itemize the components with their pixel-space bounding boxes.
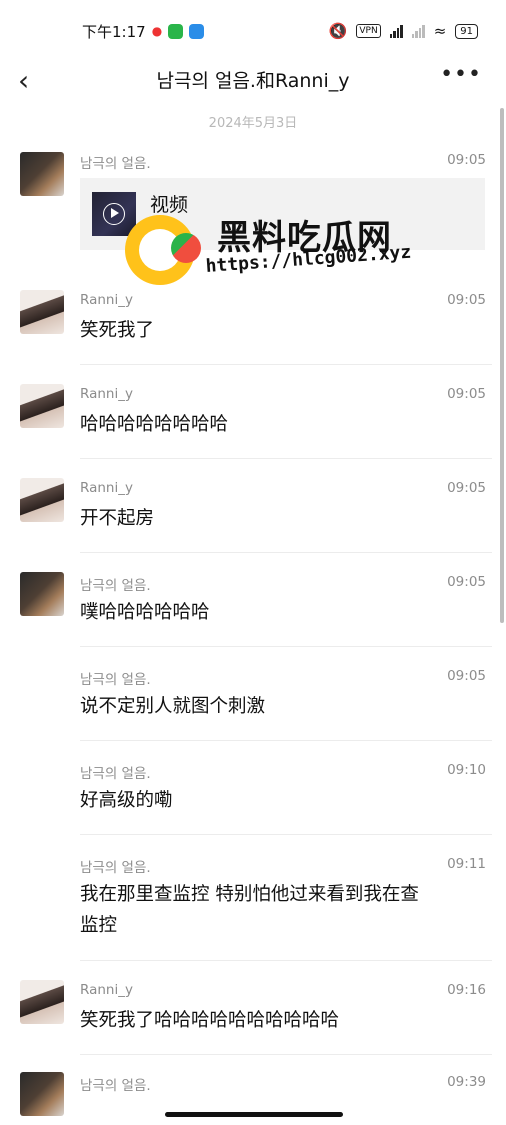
chat-header: ‹ 남극의 얼음.和Ranni_y •••	[0, 62, 506, 100]
status-time: 下午1:17	[82, 22, 146, 41]
message-time: 09:05	[447, 668, 486, 684]
home-indicator[interactable]	[165, 1112, 343, 1117]
status-left: 下午1:17 ●	[82, 21, 205, 42]
message-text: 笑死我了	[80, 320, 155, 341]
battery-icon: 91	[455, 23, 478, 39]
app-notification-icon	[189, 23, 205, 39]
divider	[80, 552, 492, 553]
divider	[80, 646, 492, 647]
message-text: 好高级的嘞	[80, 790, 173, 811]
sender-name: Ranni_y	[80, 292, 133, 308]
message-time: 09:05	[447, 480, 486, 496]
status-right: 🔇 VPN ≈ 91	[329, 22, 478, 40]
scrollbar[interactable]	[500, 108, 504, 623]
sender-name: Ranni_y	[80, 386, 133, 402]
message-text: 开不起房	[80, 508, 155, 529]
sender-name: 남극의 얼음.	[80, 766, 151, 782]
divider	[80, 458, 492, 459]
signal-icon	[389, 24, 403, 38]
sender-name: 남극의 얼음.	[80, 860, 151, 876]
message-text-line: 我在那里查监控 特别怕他过来看到我在查	[80, 884, 419, 905]
avatar[interactable]	[20, 1072, 64, 1116]
play-icon	[103, 203, 125, 225]
avatar[interactable]	[20, 152, 64, 196]
message-time: 09:05	[447, 292, 486, 308]
wechat-notification-icon	[168, 23, 184, 39]
message-time: 09:11	[447, 856, 486, 872]
sender-name: Ranni_y	[80, 480, 133, 496]
message-time: 09:05	[447, 386, 486, 402]
message-time: 09:39	[447, 1074, 486, 1090]
divider	[80, 834, 492, 835]
divider	[80, 364, 492, 365]
signal-weak-icon	[411, 24, 425, 38]
video-card[interactable]: 视频 43	[80, 178, 485, 250]
wifi-icon: ≈	[433, 22, 447, 40]
divider	[80, 1054, 492, 1055]
vpn-badge: VPN	[356, 24, 381, 38]
sender-name: 남극의 얼음.	[80, 672, 151, 688]
avatar[interactable]	[20, 980, 64, 1024]
mute-icon: 🔇	[328, 22, 348, 40]
message-text: 笑死我了哈哈哈哈哈哈哈哈哈哈	[80, 1010, 340, 1031]
divider	[80, 740, 492, 741]
divider	[80, 960, 492, 961]
more-horizontal-icon[interactable]: •••	[440, 62, 482, 87]
message-time: 09:05	[447, 574, 486, 590]
message-time: 09:16	[447, 982, 486, 998]
avatar[interactable]	[20, 572, 64, 616]
qq-notification-icon: ●	[151, 23, 163, 38]
chat-title: 남극의 얼음.和Ranni_y	[156, 70, 350, 92]
message-text-line: 监控	[80, 915, 118, 936]
message-time: 09:05	[447, 152, 486, 168]
sender-name: 남극의 얼음.	[80, 578, 151, 594]
video-subtext: 43	[150, 220, 167, 235]
sender-name: Ranni_y	[80, 982, 133, 998]
message-text: 哈哈哈哈哈哈哈哈	[80, 414, 229, 435]
sender-name: 남극의 얼음.	[80, 1078, 151, 1094]
status-bar: 下午1:17 ● 🔇 VPN ≈ 91	[0, 0, 506, 62]
date-separator: 2024年5月3日	[208, 116, 298, 131]
avatar[interactable]	[20, 478, 64, 522]
sender-name: 남극의 얼음.	[80, 156, 151, 172]
message-text: 说不定别人就图个刺激	[80, 696, 266, 717]
video-label: 视频	[150, 194, 189, 216]
video-thumbnail	[92, 192, 136, 236]
avatar[interactable]	[20, 384, 64, 428]
message-time: 09:10	[447, 762, 486, 778]
avatar[interactable]	[20, 290, 64, 334]
message-text: 噗哈哈哈哈哈哈	[80, 602, 210, 623]
